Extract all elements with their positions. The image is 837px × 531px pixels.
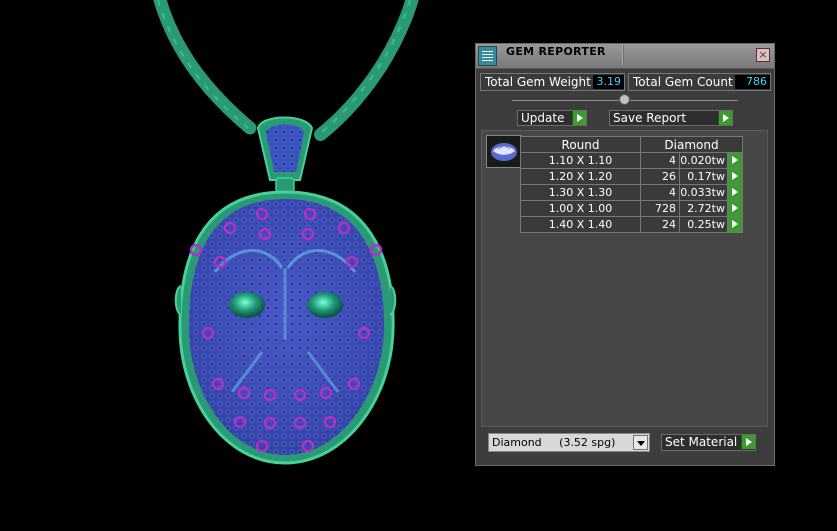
select-row-arrow-icon[interactable] — [727, 216, 743, 233]
gem-count-cell: 26 — [640, 168, 680, 185]
gem-material-header: Diamond — [640, 136, 743, 153]
total-gem-weight-label: Total Gem Weight — [485, 75, 591, 89]
total-gem-weight-value: 3.19 — [593, 75, 624, 89]
panel-title: GEM REPORTER — [506, 45, 606, 58]
gem-reporter-app-icon — [478, 46, 497, 66]
table-row: 1.40 X 1.40 24 0.25tw — [520, 216, 743, 233]
update-button[interactable]: Update — [517, 110, 587, 126]
gem-weight-cell: 0.25tw — [679, 216, 728, 233]
set-material-button[interactable]: Set Material — [661, 434, 756, 451]
update-button-label: Update — [521, 111, 565, 125]
gem-table: Round Diamond 1.10 X 1.10 4 0.020tw 1.20… — [520, 136, 743, 233]
gem-size-cell: 1.20 X 1.20 — [520, 168, 641, 185]
gem-count-cell: 4 — [640, 184, 680, 201]
select-row-arrow-icon[interactable] — [727, 184, 743, 201]
material-select[interactable]: Diamond (3.52 spg) — [488, 433, 650, 452]
pendant-model — [153, 0, 419, 465]
total-gem-weight-box: Total Gem Weight 3.19 — [480, 73, 625, 91]
gem-reporter-panel: GEM REPORTER × Total Gem Weight 3.19 Tot… — [475, 43, 775, 466]
table-row: 1.00 X 1.00 728 2.72tw — [520, 200, 743, 217]
title-divider — [622, 46, 624, 66]
gem-count-cell: 728 — [640, 200, 680, 217]
gem-shape-header: Round — [520, 136, 641, 153]
pendant-bail — [256, 116, 314, 193]
round-gem-icon[interactable] — [486, 135, 522, 168]
total-gem-count-value: 786 — [735, 75, 770, 89]
save-report-arrow-icon[interactable] — [718, 111, 732, 125]
select-row-arrow-icon[interactable] — [727, 168, 743, 185]
gem-count-cell: 24 — [640, 216, 680, 233]
table-row: 1.30 X 1.30 4 0.033tw — [520, 184, 743, 201]
gem-weight-cell: 2.72tw — [679, 200, 728, 217]
material-select-value: Diamond (3.52 spg) — [492, 436, 616, 449]
mask-pendant — [174, 190, 397, 465]
close-icon[interactable]: × — [756, 48, 770, 62]
table-row: 1.10 X 1.10 4 0.020tw — [520, 152, 743, 169]
select-row-arrow-icon[interactable] — [727, 152, 743, 169]
gem-weight-cell: 0.020tw — [679, 152, 728, 169]
total-gem-count-label: Total Gem Count — [633, 75, 733, 89]
panel-slider-handle[interactable] — [619, 94, 630, 105]
select-row-arrow-icon[interactable] — [727, 200, 743, 217]
table-row: 1.20 X 1.20 26 0.17tw — [520, 168, 743, 185]
rope-chain — [153, 0, 419, 142]
gem-size-cell: 1.00 X 1.00 — [520, 200, 641, 217]
chevron-down-icon[interactable] — [633, 435, 648, 450]
gem-size-cell: 1.40 X 1.40 — [520, 216, 641, 233]
gem-weight-cell: 0.033tw — [679, 184, 728, 201]
panel-titlebar[interactable]: GEM REPORTER × — [476, 44, 774, 69]
gem-size-cell: 1.10 X 1.10 — [520, 152, 641, 169]
gem-count-cell: 4 — [640, 152, 680, 169]
gem-weight-cell: 0.17tw — [679, 168, 728, 185]
gem-size-cell: 1.30 X 1.30 — [520, 184, 641, 201]
save-report-button-label: Save Report — [613, 111, 687, 125]
update-arrow-icon[interactable] — [572, 111, 586, 125]
set-material-arrow-icon[interactable] — [741, 435, 755, 449]
3d-viewport[interactable] — [0, 0, 470, 527]
total-gem-count-box: Total Gem Count 786 — [628, 73, 771, 91]
set-material-button-label: Set Material — [665, 435, 738, 449]
save-report-button[interactable]: Save Report — [609, 110, 733, 126]
